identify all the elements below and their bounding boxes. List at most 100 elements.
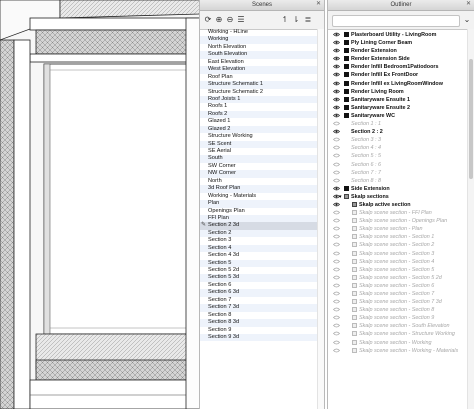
outliner-item[interactable]: Skalp scene section - Section 7 3d [328, 298, 474, 306]
eye-icon[interactable] [333, 275, 340, 280]
outliner-item[interactable]: Section 5 : 5 [328, 152, 474, 160]
scene-item[interactable]: FFl Plan [200, 214, 324, 223]
eye-icon[interactable] [333, 97, 340, 102]
eye-icon[interactable] [333, 72, 340, 77]
scene-item[interactable]: SE Scent [200, 140, 324, 148]
scene-item[interactable]: Structure Schematic 2 [200, 89, 324, 96]
scene-item[interactable]: Section 8 3d [200, 319, 324, 327]
remove-scene-icon[interactable]: ⊖ [225, 14, 235, 25]
scene-item[interactable]: South [200, 155, 324, 163]
outliner-item[interactable]: Skalp scene section - Section 3 [328, 250, 474, 258]
eye-icon[interactable] [333, 137, 340, 142]
eye-icon[interactable] [333, 307, 340, 312]
eye-icon[interactable] [333, 251, 340, 256]
eye-icon[interactable] [333, 162, 340, 167]
eye-icon[interactable] [333, 56, 340, 61]
scene-item[interactable]: Section 9 3d [200, 333, 324, 342]
scene-item[interactable]: Section 4 3d [200, 252, 324, 259]
scene-item[interactable]: Section 6 [200, 282, 324, 289]
eye-icon[interactable] [333, 89, 340, 94]
eye-icon[interactable] [333, 242, 340, 247]
outliner-item[interactable]: Side Extension [328, 185, 474, 193]
outliner-item[interactable]: Skalp scene section - Working [328, 339, 474, 347]
eye-icon[interactable] [333, 340, 340, 345]
chevron-down-icon[interactable]: ▾ [339, 193, 342, 201]
outliner-item[interactable]: Section 1 : 1 [328, 120, 474, 128]
scene-item[interactable]: Working - HLine [200, 29, 324, 36]
outliner-item[interactable]: Skalp scene section - South Elevation [328, 322, 474, 330]
outliner-item[interactable]: Skalp scene section - Section 6 [328, 282, 474, 290]
eye-icon[interactable] [333, 218, 340, 223]
outliner-item[interactable]: Skalp scene section - Section 1 [328, 233, 474, 241]
details-icon[interactable]: ☰ [236, 14, 246, 25]
eye-icon[interactable] [333, 170, 340, 175]
outliner-item[interactable]: Skalp scene section - Structure Working [328, 330, 474, 338]
add-scene-icon[interactable]: ⊕ [214, 14, 224, 25]
outliner-item[interactable]: Skalp scene section - Section 7 [328, 290, 474, 298]
outliner-item[interactable]: Skalp active section [328, 201, 474, 209]
scene-item[interactable]: East Elevation [200, 59, 324, 66]
eye-icon[interactable] [333, 48, 340, 53]
refresh-icon[interactable]: ⟳ [203, 14, 213, 25]
outliner-item[interactable]: Skalp scene section - Section 9 [328, 314, 474, 322]
scene-item[interactable]: Section 7 3d [200, 304, 324, 312]
model-viewport[interactable] [0, 0, 200, 409]
outliner-item[interactable]: Sanitaryware Ensuite 2 [328, 104, 474, 112]
filter-input[interactable] [332, 15, 460, 27]
close-icon[interactable]: ✕ [466, 1, 471, 7]
eye-icon[interactable] [333, 226, 340, 231]
scene-item[interactable]: Section 6 3d [200, 289, 324, 297]
scene-item[interactable]: Roofs 1 [200, 103, 324, 110]
scene-item[interactable]: Working - Materials [200, 193, 324, 200]
scene-item[interactable]: ✎ Section 2 3d [200, 222, 324, 230]
scene-item[interactable]: NW Corner [200, 170, 324, 178]
eye-icon[interactable] [333, 267, 340, 272]
outliner-item[interactable]: Skalp scene section - Section 2 [328, 241, 474, 249]
eye-icon[interactable] [333, 105, 340, 110]
scene-item[interactable]: Section 7 [200, 297, 324, 304]
scene-item[interactable]: SW Corner [200, 163, 324, 170]
eye-icon[interactable] [333, 145, 340, 150]
eye-icon[interactable] [333, 81, 340, 86]
outliner-item[interactable]: Skalp scene section - FFl Plan [328, 209, 474, 217]
scene-item[interactable]: South Elevation [200, 51, 324, 59]
outliner-item[interactable]: Section 8 : 8 [328, 177, 474, 185]
scene-item[interactable]: Section 9 [200, 327, 324, 334]
scene-item[interactable]: Section 3 [200, 237, 324, 244]
outliner-item[interactable]: Render Infill ex LivingRoomWindow [328, 80, 474, 88]
scene-item[interactable]: Section 5 [200, 259, 324, 267]
scene-item[interactable]: West Elevation [200, 66, 324, 74]
scene-item[interactable]: Glazed 2 [200, 125, 324, 134]
outliner-item[interactable]: Render Infill Ex FrontDoor [328, 71, 474, 79]
eye-icon[interactable] [333, 348, 340, 353]
outliner-item[interactable]: Section 6 : 6 [328, 161, 474, 169]
outliner-item[interactable]: Sanitaryware Ensuite 1 [328, 96, 474, 104]
scene-item[interactable]: Structure Working [200, 133, 324, 140]
outliner-item[interactable]: Plasterboard Utility - LivingRoom [328, 31, 474, 39]
outliner-item[interactable]: Skalp scene section - Section 5 [328, 266, 474, 274]
outliner-scrollbar[interactable] [467, 29, 474, 409]
scene-item[interactable]: Section 4 [200, 244, 324, 253]
scene-item[interactable]: 3d Roof Plan [200, 185, 324, 193]
outliner-item[interactable]: Section 4 : 4 [328, 144, 474, 152]
move-down-icon[interactable]: ⇂ [291, 14, 301, 25]
close-icon[interactable]: ✕ [316, 1, 321, 7]
details-icon[interactable]: ⌄ [462, 14, 472, 25]
scenes-scrollbar[interactable] [317, 29, 324, 409]
scene-item[interactable]: Section 8 [200, 312, 324, 319]
eye-icon[interactable] [333, 64, 340, 69]
eye-icon[interactable] [333, 121, 340, 126]
scene-item[interactable]: Openings Plan [200, 208, 324, 215]
outliner-item[interactable]: Skalp scene section - Section 8 [328, 306, 474, 314]
eye-icon[interactable] [333, 186, 340, 191]
eye-icon[interactable] [333, 129, 340, 134]
eye-icon[interactable] [333, 234, 340, 239]
eye-icon[interactable] [333, 291, 340, 296]
outliner-item[interactable]: Skalp scene section - Working - Material… [328, 347, 474, 355]
outliner-item[interactable]: Sanitaryware WC [328, 112, 474, 120]
eye-icon[interactable] [333, 283, 340, 288]
scene-item[interactable]: Roof Plan [200, 74, 324, 81]
scene-item[interactable]: Section 2 [200, 229, 324, 238]
eye-icon[interactable] [333, 40, 340, 45]
eye-icon[interactable] [333, 210, 340, 215]
